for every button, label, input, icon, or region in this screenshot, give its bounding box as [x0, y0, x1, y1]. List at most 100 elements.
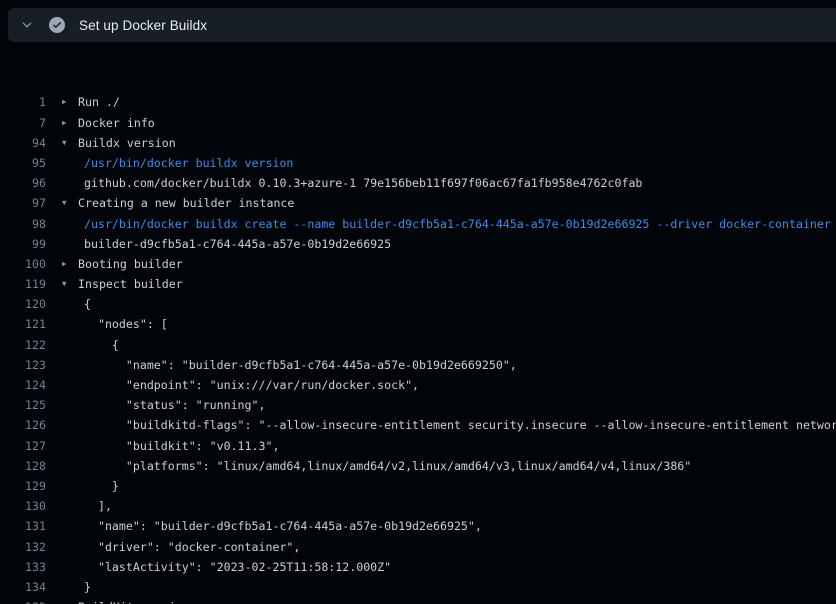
log-line: 122 { — [0, 335, 836, 355]
log-line[interactable]: 94 ▼ Buildx version — [0, 133, 836, 153]
group-toggle-icon — [62, 234, 78, 254]
line-number[interactable]: 132 — [0, 537, 46, 557]
group-toggle-icon — [62, 294, 78, 314]
group-toggle-icon — [62, 335, 78, 355]
log-text: "nodes": [ — [78, 314, 168, 334]
log-text: "name": "builder-d9cfb5a1-c764-445a-a57e… — [78, 355, 517, 375]
log-text: "endpoint": "unix:///var/run/docker.sock… — [78, 375, 419, 395]
line-number[interactable]: 119 — [0, 274, 46, 294]
log-line: 95 /usr/bin/docker buildx version — [0, 153, 836, 173]
log-lines: 1 ▶ Run ./ 7 ▶ Docker info 94 ▼ Buildx v… — [0, 92, 836, 604]
log-line: 96 github.com/docker/buildx 0.10.3+azure… — [0, 173, 836, 193]
line-number[interactable]: 130 — [0, 496, 46, 516]
log-text: builder-d9cfb5a1-c764-445a-a57e-0b19d2e6… — [78, 234, 391, 254]
line-number[interactable]: 7 — [0, 113, 46, 133]
line-number[interactable]: 99 — [0, 234, 46, 254]
group-title[interactable]: BuildKit version — [78, 597, 190, 604]
line-number[interactable]: 125 — [0, 395, 46, 415]
log-line[interactable]: 119 ▼ Inspect builder — [0, 274, 836, 294]
group-toggle-icon[interactable]: ▶ — [62, 92, 78, 112]
line-number[interactable]: 127 — [0, 436, 46, 456]
log-text: "platforms": "linux/amd64,linux/amd64/v2… — [78, 456, 691, 476]
log-text: "buildkitd-flags": "--allow-insecure-ent… — [78, 415, 836, 435]
log-line[interactable]: 1 ▶ Run ./ — [0, 92, 836, 112]
group-title[interactable]: Run ./ — [78, 92, 120, 112]
log-text: "driver": "docker-container", — [78, 537, 300, 557]
group-toggle-icon — [62, 173, 78, 193]
log-text: ], — [78, 496, 112, 516]
log-line: 120 { — [0, 294, 836, 314]
log-line: 124 "endpoint": "unix:///var/run/docker.… — [0, 375, 836, 395]
log-line: 130 ], — [0, 496, 836, 516]
group-toggle-icon[interactable]: ▼ — [62, 274, 78, 294]
group-toggle-icon — [62, 516, 78, 536]
group-toggle-icon — [62, 476, 78, 496]
group-title[interactable]: Docker info — [78, 113, 155, 133]
log-text: "name": "builder-d9cfb5a1-c764-445a-a57e… — [78, 516, 482, 536]
line-number[interactable]: 126 — [0, 415, 46, 435]
log-line[interactable]: 97 ▼ Creating a new builder instance — [0, 193, 836, 213]
line-number[interactable]: 98 — [0, 214, 46, 234]
group-toggle-icon[interactable]: ▼ — [62, 133, 78, 153]
log-text: github.com/docker/buildx 0.10.3+azure-1 … — [78, 173, 642, 193]
log-text: /usr/bin/docker buildx version — [78, 153, 293, 173]
line-number[interactable]: 121 — [0, 314, 46, 334]
log-line[interactable]: 7 ▶ Docker info — [0, 113, 836, 133]
group-toggle-icon — [62, 456, 78, 476]
log-text: "lastActivity": "2023-02-25T11:58:12.000… — [78, 557, 391, 577]
log-text: } — [78, 476, 119, 496]
log-line[interactable]: 135 ▼ BuildKit version — [0, 597, 836, 604]
line-number[interactable]: 135 — [0, 597, 46, 604]
log-line: 128 "platforms": "linux/amd64,linux/amd6… — [0, 456, 836, 476]
line-number[interactable]: 131 — [0, 516, 46, 536]
group-toggle-icon — [62, 214, 78, 234]
log-line[interactable]: 100 ▶ Booting builder — [0, 254, 836, 274]
line-number[interactable]: 133 — [0, 557, 46, 577]
line-number[interactable]: 94 — [0, 133, 46, 153]
log-line: 123 "name": "builder-d9cfb5a1-c764-445a-… — [0, 355, 836, 375]
line-number[interactable]: 120 — [0, 294, 46, 314]
line-number[interactable]: 134 — [0, 577, 46, 597]
line-number[interactable]: 124 — [0, 375, 46, 395]
group-toggle-icon — [62, 153, 78, 173]
log-line: 126 "buildkitd-flags": "--allow-insecure… — [0, 415, 836, 435]
line-number[interactable]: 128 — [0, 456, 46, 476]
step-header[interactable]: Set up Docker Buildx — [8, 8, 836, 42]
line-number[interactable]: 129 — [0, 476, 46, 496]
group-toggle-icon — [62, 496, 78, 516]
log-text: "buildkit": "v0.11.3", — [78, 436, 279, 456]
group-toggle-icon[interactable]: ▼ — [62, 597, 78, 604]
line-number[interactable]: 100 — [0, 254, 46, 274]
group-toggle-icon[interactable]: ▶ — [62, 254, 78, 274]
line-number[interactable]: 1 — [0, 92, 46, 112]
group-toggle-icon — [62, 314, 78, 334]
log-line: 129 } — [0, 476, 836, 496]
line-number[interactable]: 122 — [0, 335, 46, 355]
group-toggle-icon — [62, 577, 78, 597]
line-number[interactable]: 97 — [0, 193, 46, 213]
log-line: 132 "driver": "docker-container", — [0, 537, 836, 557]
group-toggle-icon — [62, 375, 78, 395]
log-line: 98 /usr/bin/docker buildx create --name … — [0, 214, 836, 234]
group-toggle-icon — [62, 436, 78, 456]
log-text: { — [78, 335, 119, 355]
log-text: } — [78, 577, 91, 597]
group-title[interactable]: Creating a new builder instance — [78, 193, 294, 213]
chevron-down-icon[interactable] — [19, 17, 35, 33]
log-line: 121 "nodes": [ — [0, 314, 836, 334]
log-text: { — [78, 294, 91, 314]
line-number[interactable]: 96 — [0, 173, 46, 193]
group-title[interactable]: Inspect builder — [78, 274, 183, 294]
check-circle-icon — [49, 17, 65, 33]
group-toggle-icon — [62, 537, 78, 557]
group-toggle-icon — [62, 395, 78, 415]
group-title[interactable]: Buildx version — [78, 133, 176, 153]
log-line: 134 } — [0, 577, 836, 597]
line-number[interactable]: 123 — [0, 355, 46, 375]
group-toggle-icon — [62, 557, 78, 577]
group-toggle-icon[interactable]: ▼ — [62, 193, 78, 213]
group-toggle-icon[interactable]: ▶ — [62, 113, 78, 133]
log-text: "status": "running", — [78, 395, 265, 415]
group-title[interactable]: Booting builder — [78, 254, 183, 274]
line-number[interactable]: 95 — [0, 153, 46, 173]
